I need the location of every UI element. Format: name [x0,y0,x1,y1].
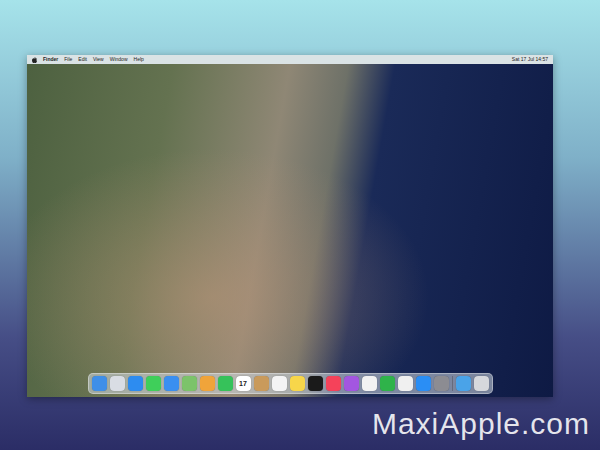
menu-item[interactable]: View [93,55,104,64]
menu-item[interactable]: File [64,55,72,64]
menu-item[interactable]: Edit [78,55,87,64]
menu-app-name[interactable]: Finder [43,55,58,64]
menu-clock[interactable]: Sat 17 Jul 14:57 [512,55,548,64]
launchpad-icon[interactable] [110,376,125,391]
notes-icon[interactable] [290,376,305,391]
mail-icon[interactable] [164,376,179,391]
photos-icon[interactable] [200,376,215,391]
facetime-icon[interactable] [218,376,233,391]
maps-icon[interactable] [182,376,197,391]
finder-icon[interactable] [92,376,107,391]
podcasts-icon[interactable] [344,376,359,391]
reminders-icon[interactable] [272,376,287,391]
calendar-icon[interactable]: 17 [236,376,251,391]
watermark: MaxiApple.com [372,407,590,441]
music-icon[interactable] [326,376,341,391]
menu-item[interactable]: Help [134,55,144,64]
system-preferences-icon[interactable] [434,376,449,391]
pages-icon[interactable] [398,376,413,391]
messages-icon[interactable] [146,376,161,391]
apple-icon[interactable] [32,57,37,63]
desktop-screen: Finder File Edit View Window Help Sat 17 Jul 1… [27,55,553,397]
trash-icon[interactable] [474,376,489,391]
safari-icon[interactable] [128,376,143,391]
news-icon[interactable] [362,376,377,391]
app-store-icon[interactable] [416,376,431,391]
contacts-icon[interactable] [254,376,269,391]
numbers-icon[interactable] [380,376,395,391]
menu-bar: Finder File Edit View Window Help Sat 17 Jul 1… [27,55,553,64]
downloads-icon[interactable] [456,376,471,391]
watermark-row: MaxiApple.com [27,397,590,450]
dock-separator [452,376,453,391]
frame: Finder File Edit View Window Help Sat 17 Jul 1… [0,0,600,450]
tv-icon[interactable] [308,376,323,391]
wallpaper: 17 [27,64,553,397]
menu-item[interactable]: Window [110,55,128,64]
dock: 17 [88,373,493,394]
